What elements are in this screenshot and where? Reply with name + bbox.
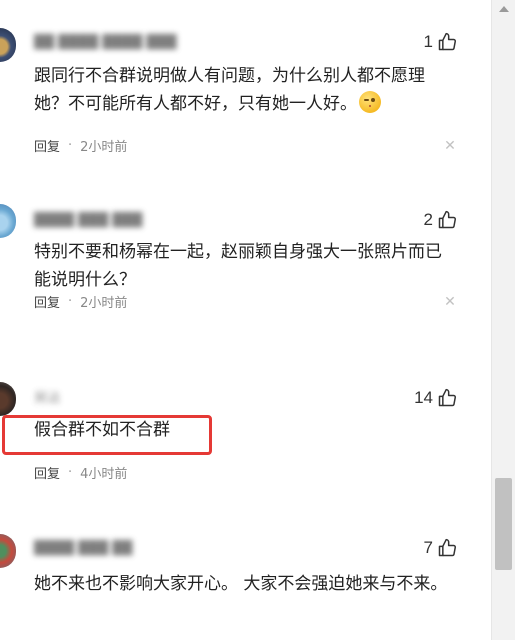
like-button[interactable]: 1 <box>424 30 457 54</box>
scrollbar-thumb[interactable] <box>495 478 512 570</box>
username[interactable]: 另沾 <box>34 390 60 408</box>
avatar[interactable] <box>0 534 16 568</box>
username[interactable]: ████ ███ ███ <box>34 212 142 230</box>
reply-button[interactable]: 回复 <box>34 136 60 155</box>
thumb-up-icon <box>438 210 457 229</box>
separator: · <box>68 293 73 309</box>
like-count: 14 <box>414 388 433 407</box>
comment-meta: 回复 · 2小时前 <box>34 291 127 311</box>
comment-feed: ██ ████ ████ ███ 1 跟同行不合群说明做人有问题，为什么别人都不… <box>0 0 491 640</box>
comment-meta: 回复 · 2小时前 <box>34 135 127 155</box>
avatar[interactable] <box>0 28 16 62</box>
timestamp: 2小时前 <box>80 295 128 311</box>
avatar[interactable] <box>0 382 16 416</box>
reply-button[interactable]: 回复 <box>34 292 60 311</box>
smirk-emoji-icon <box>359 91 381 113</box>
like-count: 2 <box>423 210 433 229</box>
like-button[interactable]: 7 <box>424 536 457 560</box>
close-icon[interactable]: ✕ <box>443 295 457 309</box>
scroll-up-arrow-icon[interactable] <box>499 6 509 12</box>
like-count: 1 <box>423 32 433 51</box>
like-button[interactable]: 2 <box>424 208 457 232</box>
scrollbar[interactable] <box>491 0 515 640</box>
thumb-up-icon <box>438 538 457 557</box>
timestamp: 2小时前 <box>80 139 128 155</box>
reply-button[interactable]: 回复 <box>34 463 60 482</box>
comment-text: 假合群不如不合群 <box>34 420 170 440</box>
username[interactable]: ██ ████ ████ ███ <box>34 34 176 52</box>
comment-text: 特别不要和杨幂在一起，赵丽颖自身强大一张照片而已能说明什么？ <box>34 242 442 290</box>
like-count: 7 <box>423 538 433 557</box>
comment-text: 跟同行不合群说明做人有问题，为什么别人都不愿理她？不可能所有人都不好，只有她一人… <box>34 62 454 118</box>
close-icon[interactable]: ✕ <box>443 139 457 153</box>
thumb-up-icon <box>438 388 457 407</box>
separator: · <box>68 137 73 153</box>
like-button[interactable]: 14 <box>414 386 457 410</box>
separator: · <box>68 464 73 480</box>
comment-meta: 回复 · 4小时前 <box>34 462 127 482</box>
avatar[interactable] <box>0 204 16 238</box>
comment-text: 她不来也不影响大家开心。 大家不会强迫她来与不来。 <box>34 574 448 594</box>
username[interactable]: ████ ███ ██ <box>34 540 132 558</box>
timestamp: 4小时前 <box>80 466 128 482</box>
thumb-up-icon <box>438 32 457 51</box>
